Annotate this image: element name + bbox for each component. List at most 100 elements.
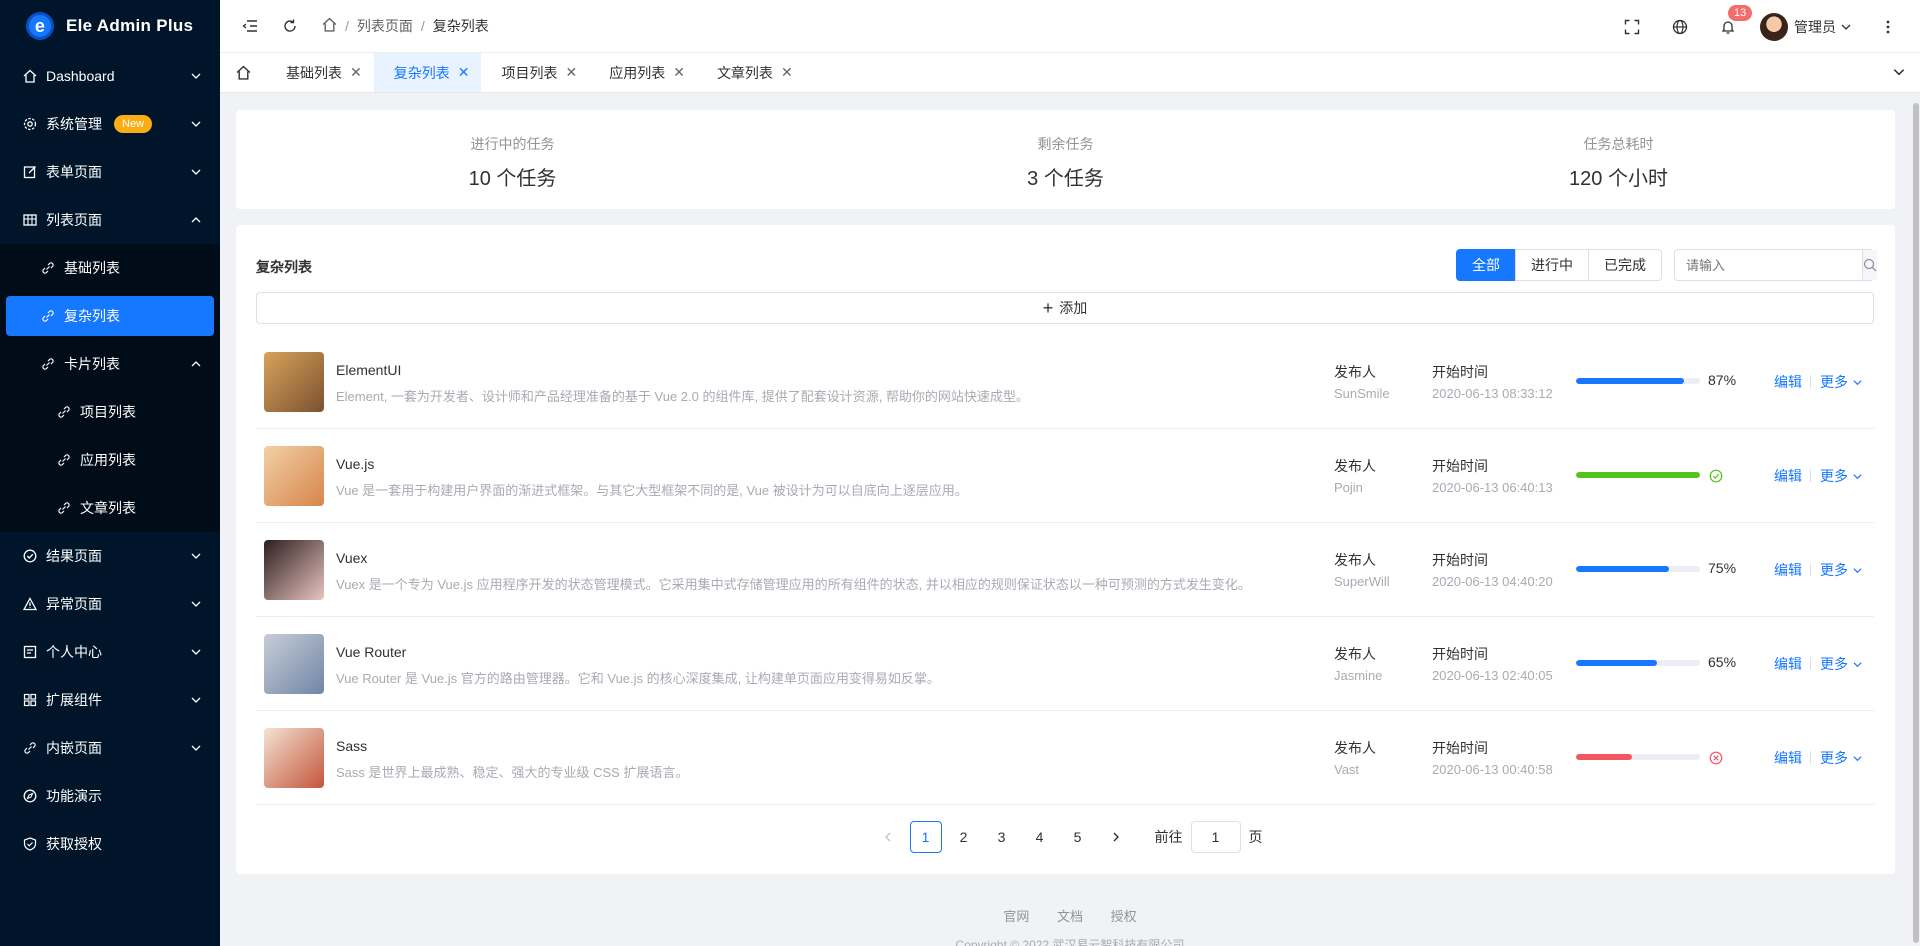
fullscreen-icon[interactable] [1622,17,1642,37]
link-icon [40,260,56,276]
more-dropdown[interactable]: 更多 [1820,466,1863,486]
page-button[interactable]: 3 [986,821,1018,853]
more-dropdown[interactable]: 更多 [1820,748,1863,768]
stats-card: 进行中的任务 10 个任务 剩余任务 3 个任务 任务总耗时 120 个小时 [236,110,1895,209]
close-icon[interactable]: ✕ [458,64,470,81]
item-title[interactable]: Vue.js [336,456,374,472]
user-menu[interactable]: 管理员 [1760,12,1852,41]
page-button[interactable]: 5 [1062,821,1094,853]
edit-link[interactable]: 编辑 [1774,372,1802,392]
item-title[interactable]: Vue Router [336,644,406,660]
refresh-icon[interactable] [280,16,300,36]
notification-badge: 13 [1728,4,1753,21]
sidebar-item-complex-list[interactable]: 复杂列表 [6,296,214,336]
close-icon[interactable]: ✕ [673,64,685,81]
filter-in-progress-button[interactable]: 进行中 [1515,249,1589,281]
more-dropdown[interactable]: 更多 [1820,372,1863,392]
chevron-up-icon [191,361,201,367]
sidebar-item-label: 基础列表 [64,260,120,276]
more-dropdown[interactable]: 更多 [1820,654,1863,674]
tab-home[interactable] [220,53,266,92]
filter-all-button[interactable]: 全部 [1456,249,1516,281]
sidebar-item-system[interactable]: 系统管理 New [0,100,220,148]
search-button[interactable] [1862,250,1877,280]
edit-link[interactable]: 编辑 [1774,654,1802,674]
link-icon [40,308,56,324]
footer-link-website[interactable]: 官网 [1003,909,1029,924]
chevron-down-icon [191,73,201,79]
bell-icon[interactable]: 13 [1718,4,1753,37]
sidebar-item-license[interactable]: 获取授权 [0,820,220,868]
tab-label: 应用列表 [609,64,666,81]
home-icon[interactable] [322,17,337,35]
start-time-value: 2020-06-13 00:40:58 [1432,762,1553,777]
footer-link-license[interactable]: 授权 [1111,909,1137,924]
sidebar-item-exception[interactable]: 异常页面 [0,580,220,628]
close-icon[interactable]: ✕ [781,64,793,81]
edit-link[interactable]: 编辑 [1774,466,1802,486]
sidebar-item-project-list[interactable]: 项目列表 [0,388,220,436]
sidebar-item-result[interactable]: 结果页面 [0,532,220,580]
add-button[interactable]: + 添加 [256,292,1874,324]
goto-page-input[interactable] [1190,821,1241,853]
start-time-label: 开始时间 [1432,740,1488,756]
sidebar-item-label: Dashboard [46,68,115,84]
filter-done-button[interactable]: 已完成 [1588,249,1662,281]
edit-link[interactable]: 编辑 [1774,748,1802,768]
sidebar-item-list[interactable]: 列表页面 [0,196,220,244]
chevron-down-icon[interactable] [1892,65,1906,79]
stat-value: 10 个任务 [468,168,557,190]
sidebar-item-form[interactable]: 表单页面 [0,148,220,196]
sidebar-item-extension[interactable]: 扩展组件 [0,676,220,724]
user-card-icon [22,644,38,660]
breadcrumb-item-list[interactable]: 列表页面 [357,16,413,36]
footer-link-docs[interactable]: 文档 [1057,909,1083,924]
sidebar-item-label: 系统管理 [46,116,102,132]
publisher-label: 发布人 [1334,740,1376,756]
collapse-menu-icon[interactable] [240,16,260,36]
tab-article-list[interactable]: 文章列表 ✕ [697,53,805,92]
stat-in-progress: 进行中的任务 10 个任务 [236,110,789,209]
more-label: 更多 [1820,562,1848,578]
search-input[interactable] [1675,250,1862,280]
progress-text: 75% [1708,560,1737,576]
globe-icon[interactable] [1670,17,1690,37]
more-dropdown[interactable]: 更多 [1820,560,1863,580]
tab-project-list[interactable]: 项目列表 ✕ [481,53,589,92]
publisher-value: Vast [1334,762,1360,777]
edit-icon [22,164,38,180]
tab-basic-list[interactable]: 基础列表 ✕ [266,53,374,92]
publisher-value: SuperWill [1334,574,1390,589]
close-icon[interactable]: ✕ [565,64,577,81]
item-description: Element, 一套为开发者、设计师和产品经理准备的基于 Vue 2.0 的组… [336,389,1029,404]
sidebar-item-profile[interactable]: 个人中心 [0,628,220,676]
edit-link[interactable]: 编辑 [1774,560,1802,580]
sidebar-item-app-list[interactable]: 应用列表 [0,436,220,484]
chevron-down-icon [1853,473,1862,479]
sidebar-item-label: 表单页面 [46,164,102,180]
sidebar-item-basic-list[interactable]: 基础列表 [0,244,220,292]
sidebar-item-article-list[interactable]: 文章列表 [0,484,220,532]
close-icon[interactable]: ✕ [350,64,362,81]
progress-bar [1576,472,1700,478]
item-title[interactable]: Sass [336,738,367,754]
next-page-button[interactable] [1100,821,1132,853]
page-scrollbar[interactable] [1912,93,1920,946]
scrollbar-thumb[interactable] [1913,103,1919,943]
more-vertical-icon[interactable] [1878,17,1898,37]
start-time-value: 2020-06-13 04:40:20 [1432,574,1553,589]
app-logo[interactable]: e Ele Admin Plus [0,0,220,52]
tab-app-list[interactable]: 应用列表 ✕ [589,53,697,92]
page-button[interactable]: 1 [909,821,942,853]
sidebar-item-dashboard[interactable]: Dashboard [0,52,220,100]
page-button[interactable]: 4 [1024,821,1056,853]
prev-page-button[interactable] [872,821,904,853]
sidebar-item-demo[interactable]: 功能演示 [0,772,220,820]
item-title[interactable]: ElementUI [336,362,401,378]
publisher-value: SunSmile [1334,386,1390,401]
sidebar-item-card-list[interactable]: 卡片列表 [0,340,220,388]
sidebar-item-iframe[interactable]: 内嵌页面 [0,724,220,772]
page-button[interactable]: 2 [948,821,980,853]
item-title[interactable]: Vuex [336,550,367,566]
tab-complex-list[interactable]: 复杂列表 ✕ [373,53,482,92]
